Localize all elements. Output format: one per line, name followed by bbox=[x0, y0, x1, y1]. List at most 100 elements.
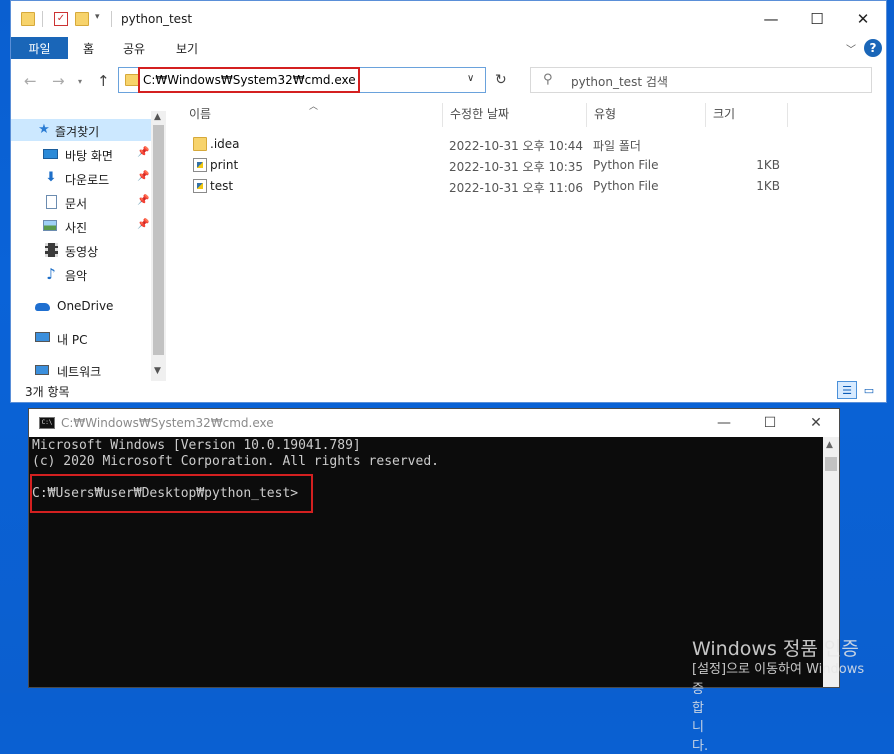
pin-icon[interactable]: 📌 bbox=[137, 219, 149, 230]
nav-item-quick-access[interactable]: ★ 즐겨찾기 bbox=[11, 119, 151, 141]
file-type: 파일 폴더 bbox=[593, 139, 641, 153]
up-arrow-icon[interactable]: ↑ bbox=[97, 72, 110, 90]
tab-view[interactable]: 보기 bbox=[176, 40, 198, 57]
tab-file[interactable]: 파일 bbox=[11, 37, 68, 59]
file-date: 2022-10-31 오후 10:35 bbox=[449, 160, 584, 174]
tab-share[interactable]: 공유 bbox=[123, 40, 145, 57]
nav-item-documents[interactable]: 문서 📌 bbox=[11, 191, 151, 213]
picture-icon bbox=[43, 218, 59, 234]
console-line: (c) 2020 Microsoft Corporation. All righ… bbox=[32, 454, 439, 469]
nav-scrollbar[interactable]: ▲ ▼ bbox=[151, 111, 166, 381]
nav-label: 다운로드 bbox=[65, 173, 110, 187]
navigation-pane: ★ 즐겨찾기 바탕 화면 📌 ⬇ 다운로드 📌 문서 📌 사진 📌 동영상 ♪ … bbox=[11, 111, 166, 381]
nav-label: 내 PC bbox=[57, 333, 88, 347]
prompt-highlight-box bbox=[30, 474, 313, 513]
star-icon: ★ bbox=[38, 122, 50, 137]
nav-label: 동영상 bbox=[65, 245, 99, 259]
desktop-icon bbox=[43, 146, 59, 162]
search-placeholder[interactable]: python_test 검색 bbox=[571, 73, 668, 90]
file-name[interactable]: .idea bbox=[210, 137, 240, 151]
nav-label: OneDrive bbox=[57, 299, 114, 313]
title-separator bbox=[111, 11, 112, 27]
watermark-text: 증합니다. bbox=[692, 682, 709, 754]
nav-label: 네트워크 bbox=[57, 365, 102, 379]
column-divider[interactable] bbox=[705, 103, 706, 127]
file-date: 2022-10-31 오후 11:06 bbox=[449, 181, 584, 195]
document-icon bbox=[43, 194, 59, 210]
column-divider[interactable] bbox=[787, 103, 788, 127]
search-icon: ⚲ bbox=[543, 72, 553, 87]
video-icon bbox=[43, 242, 59, 258]
ribbon-expand-icon[interactable]: ﹀ bbox=[846, 41, 856, 56]
back-arrow-icon[interactable]: ← bbox=[24, 72, 37, 90]
minimize-button[interactable]: — bbox=[701, 409, 747, 437]
cloud-icon bbox=[35, 298, 51, 314]
nav-item-videos[interactable]: 동영상 bbox=[11, 239, 151, 261]
scrollbar-thumb[interactable] bbox=[153, 125, 164, 355]
nav-label: 즐겨찾기 bbox=[55, 125, 100, 139]
help-button[interactable]: ? bbox=[864, 39, 882, 57]
nav-label: 사진 bbox=[65, 221, 88, 235]
scroll-up-icon[interactable]: ▲ bbox=[154, 112, 161, 122]
maximize-button[interactable]: ☐ bbox=[794, 5, 840, 33]
column-header-name[interactable]: 이름 bbox=[189, 105, 211, 122]
close-button[interactable]: ✕ bbox=[793, 409, 839, 437]
download-arrow-icon: ⬇ bbox=[45, 170, 57, 185]
nav-label: 문서 bbox=[65, 197, 88, 211]
close-button[interactable]: ✕ bbox=[840, 5, 886, 33]
column-divider[interactable] bbox=[442, 103, 443, 127]
pin-icon[interactable]: 📌 bbox=[137, 171, 149, 182]
scroll-down-icon[interactable]: ▼ bbox=[154, 366, 161, 376]
python-file-icon bbox=[193, 158, 207, 172]
explorer-title-bar: ✓ ▾ python_test — ☐ ✕ bbox=[11, 1, 886, 37]
file-name[interactable]: test bbox=[210, 179, 233, 193]
cmd-title-bar: C:\ C:₩Windows₩System32₩cmd.exe — ☐ ✕ bbox=[29, 409, 839, 437]
address-bar[interactable]: C:₩Windows₩System32₩cmd.exe ∨ bbox=[118, 67, 486, 93]
forward-arrow-icon[interactable]: → bbox=[52, 72, 65, 90]
folder-icon bbox=[193, 137, 207, 151]
nav-item-pictures[interactable]: 사진 📌 bbox=[11, 215, 151, 237]
file-row[interactable]: test 2022-10-31 오후 11:06 Python File 1KB bbox=[186, 176, 866, 197]
navigation-bar: ← → ▾ ↑ C:₩Windows₩System32₩cmd.exe ∨ ↻ … bbox=[11, 61, 886, 101]
tab-home[interactable]: 홈 bbox=[83, 40, 94, 57]
scroll-up-icon[interactable]: ▲ bbox=[826, 440, 833, 450]
refresh-icon[interactable]: ↻ bbox=[495, 72, 507, 88]
file-row[interactable]: .idea 2022-10-31 오후 10:44 파일 폴더 bbox=[186, 134, 866, 155]
nav-item-onedrive[interactable]: OneDrive bbox=[11, 295, 151, 317]
computer-icon bbox=[35, 330, 51, 346]
search-box[interactable]: ⚲ python_test 검색 bbox=[530, 67, 872, 93]
network-icon bbox=[35, 362, 51, 378]
file-size: 1KB bbox=[756, 179, 780, 193]
file-row[interactable]: print 2022-10-31 오후 10:35 Python File 1K… bbox=[186, 155, 866, 176]
file-name[interactable]: print bbox=[210, 158, 238, 172]
maximize-button[interactable]: ☐ bbox=[747, 409, 793, 437]
nav-label: 바탕 화면 bbox=[65, 149, 113, 163]
column-header-date[interactable]: 수정한 날짜 bbox=[450, 105, 509, 122]
column-header-size[interactable]: 크기 bbox=[713, 105, 735, 122]
watermark-title: Windows 정품 인증 bbox=[692, 638, 859, 660]
address-text[interactable]: C:₩Windows₩System32₩cmd.exe bbox=[143, 73, 356, 87]
nav-item-music[interactable]: ♪ 음악 bbox=[11, 263, 151, 285]
chevron-down-icon[interactable]: ∨ bbox=[467, 73, 474, 84]
properties-checkmark-icon[interactable]: ✓ bbox=[54, 12, 68, 26]
minimize-button[interactable]: — bbox=[748, 5, 794, 33]
item-count-status: 3개 항목 bbox=[25, 385, 70, 399]
column-header-type[interactable]: 유형 bbox=[594, 105, 616, 122]
file-date: 2022-10-31 오후 10:44 bbox=[449, 139, 584, 153]
nav-item-downloads[interactable]: ⬇ 다운로드 📌 bbox=[11, 167, 151, 189]
details-view-icon[interactable]: ☰ bbox=[837, 381, 857, 399]
pin-icon[interactable]: 📌 bbox=[137, 147, 149, 158]
pin-icon[interactable]: 📌 bbox=[137, 195, 149, 206]
nav-item-desktop[interactable]: 바탕 화면 📌 bbox=[11, 143, 151, 165]
column-divider[interactable] bbox=[586, 103, 587, 127]
scrollbar-thumb[interactable] bbox=[825, 457, 837, 471]
window-title: python_test bbox=[121, 12, 193, 26]
nav-item-this-pc[interactable]: 내 PC bbox=[11, 327, 151, 349]
new-folder-icon[interactable] bbox=[75, 12, 89, 26]
music-note-icon: ♪ bbox=[46, 265, 56, 283]
quick-access-dropdown-icon[interactable]: ▾ bbox=[95, 12, 100, 22]
folder-icon bbox=[125, 74, 139, 86]
large-icons-view-icon[interactable]: ▭ bbox=[859, 381, 879, 399]
nav-item-network[interactable]: 네트워크 bbox=[11, 359, 151, 381]
recent-locations-icon[interactable]: ▾ bbox=[78, 77, 82, 86]
